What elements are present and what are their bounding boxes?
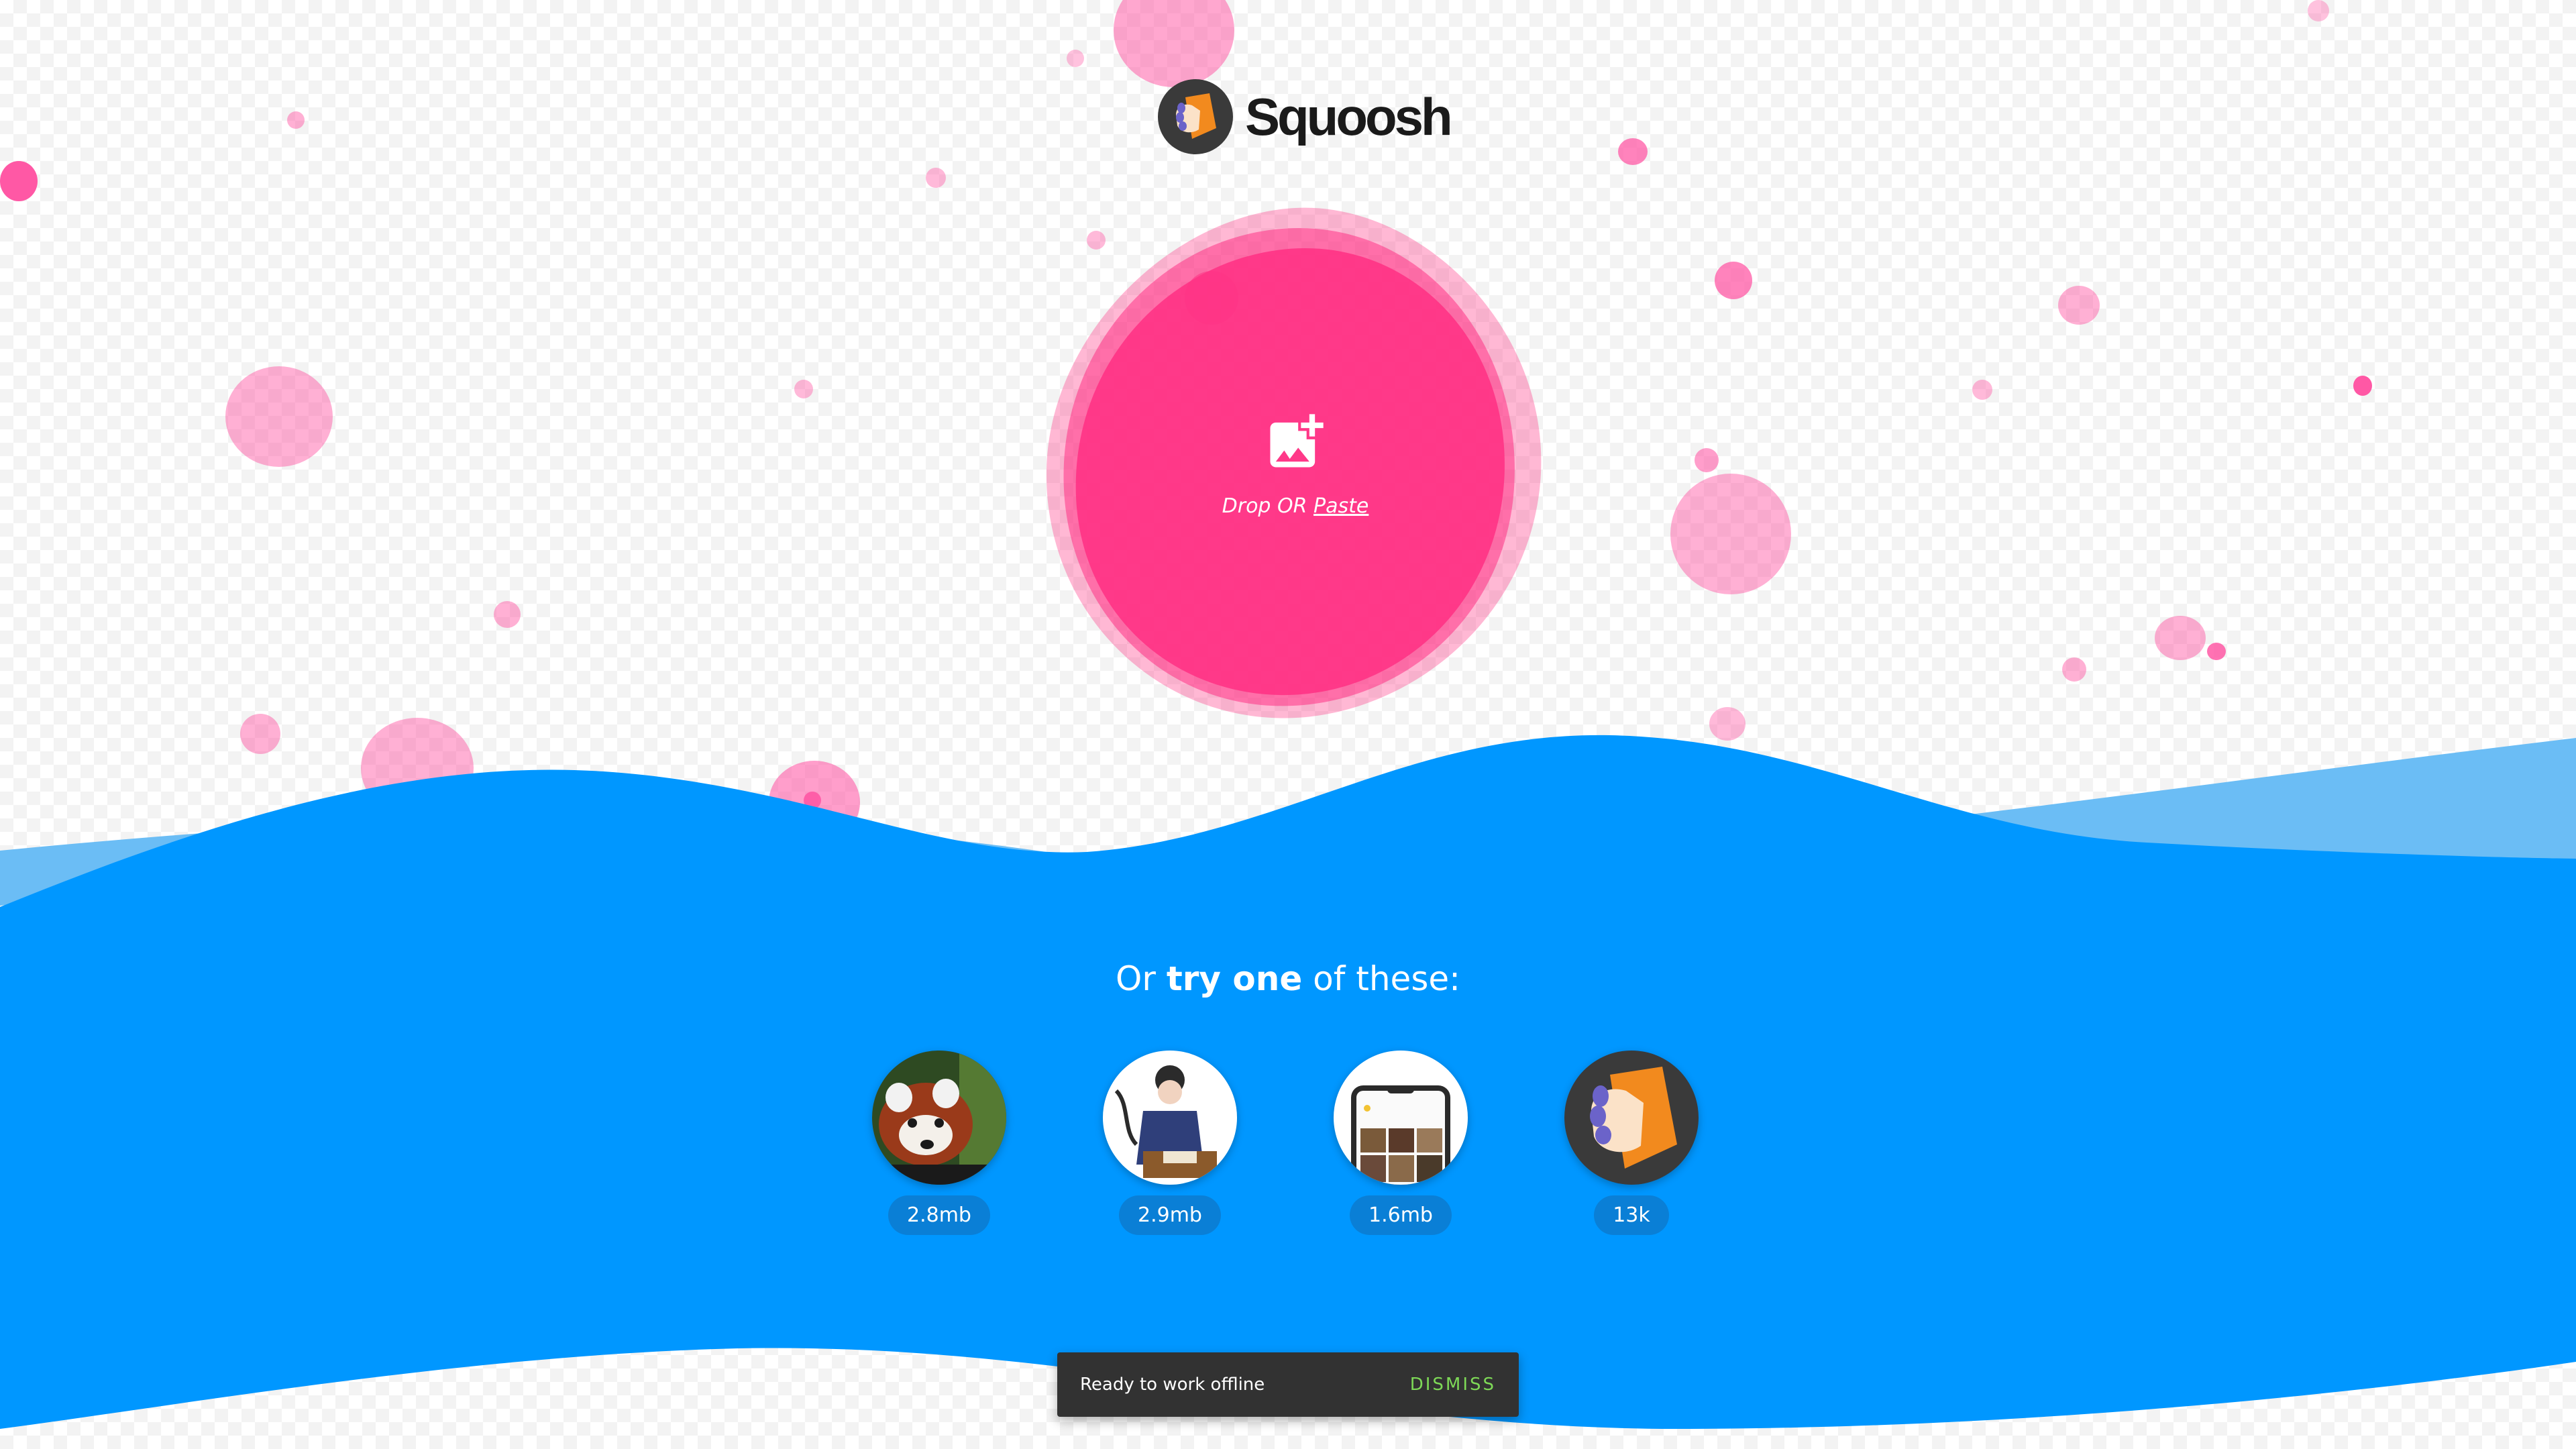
demo-item-illustration[interactable]: 2.9mb	[1103, 1051, 1237, 1235]
squoosh-logo-thumbnail[interactable]	[1564, 1051, 1699, 1185]
demo-heading-pre: Or	[1116, 959, 1156, 998]
demo-heading-post: of these:	[1313, 959, 1460, 998]
demo-list: 2.8mb 2.9mb 1.6mb 13k	[872, 1051, 1699, 1235]
red-panda-thumbnail[interactable]	[872, 1051, 1006, 1185]
demo-item-device-screen[interactable]: 1.6mb	[1334, 1051, 1468, 1235]
snackbar-message: Ready to work offline	[1080, 1375, 1265, 1395]
device-screen-thumbnail[interactable]	[1334, 1051, 1468, 1185]
demo-item-squoosh-logo[interactable]: 13k	[1564, 1051, 1699, 1235]
app-logo[interactable]: Squoosh	[1158, 79, 1453, 154]
squoosh-logo-icon	[1158, 79, 1233, 154]
image-drop-zone[interactable]: Drop OR Paste	[1044, 201, 1547, 724]
file-size-badge: 2.9mb	[1119, 1195, 1221, 1235]
demo-heading: Or try one of these:	[0, 959, 2576, 998]
file-size-badge: 2.8mb	[888, 1195, 990, 1235]
file-size-badge: 13k	[1594, 1195, 1669, 1235]
file-size-badge: 1.6mb	[1350, 1195, 1452, 1235]
paste-link[interactable]: Paste	[1313, 494, 1368, 518]
drop-instructions: Drop OR Paste	[1222, 494, 1369, 518]
illustration-thumbnail[interactable]	[1103, 1051, 1237, 1185]
drop-prefix: Drop OR	[1222, 494, 1307, 518]
demo-heading-bold: try one	[1166, 959, 1303, 998]
demo-item-red-panda[interactable]: 2.8mb	[872, 1051, 1006, 1235]
offline-snackbar: Ready to work offline DISMISS	[1057, 1352, 1519, 1417]
add-image-icon[interactable]	[1262, 409, 1329, 476]
app-title: Squoosh	[1245, 87, 1453, 146]
dismiss-button[interactable]: DISMISS	[1410, 1368, 1496, 1401]
